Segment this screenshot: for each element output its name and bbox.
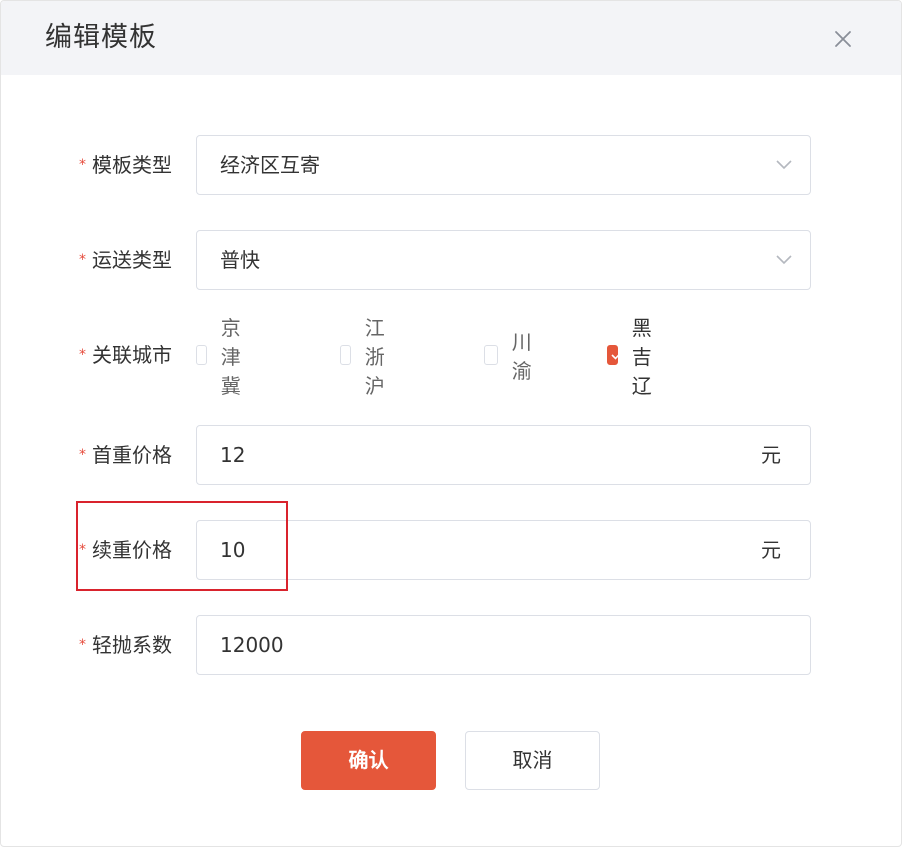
volumetric-factor-label: * 轻抛系数 xyxy=(79,633,172,657)
check-icon xyxy=(611,350,623,360)
currency-suffix: 元 xyxy=(761,443,781,467)
cities-label: * 关联城市 xyxy=(79,343,172,367)
dialog-header: 编辑模板 xyxy=(1,1,901,75)
volumetric-factor-row: * 轻抛系数 12000 xyxy=(1,615,901,675)
checkbox-label: 黑吉辽 xyxy=(631,315,652,398)
shipping-type-select[interactable]: 普快 xyxy=(196,230,811,290)
required-mark: * xyxy=(79,541,86,558)
first-weight-price-row: * 首重价格 12 元 xyxy=(1,425,901,485)
template-type-row: * 模板类型 经济区互寄 xyxy=(1,135,901,195)
required-mark: * xyxy=(79,636,86,653)
checkbox-jingjinji[interactable]: 京津冀 xyxy=(196,316,250,398)
cities-row: * 关联城市 京津冀 江浙沪 川渝 黑吉辽 xyxy=(1,316,901,398)
cancel-button[interactable]: 取消 xyxy=(465,731,600,790)
required-mark: * xyxy=(79,156,86,173)
checkbox-label: 川渝 xyxy=(511,330,532,383)
checkbox-chuanyu[interactable]: 川渝 xyxy=(484,330,538,383)
shipping-type-row: * 运送类型 普快 xyxy=(1,230,901,290)
confirm-button[interactable]: 确认 xyxy=(301,731,436,790)
additional-weight-price-input[interactable]: 10 元 xyxy=(196,520,811,580)
template-type-select[interactable]: 经济区互寄 xyxy=(196,135,811,195)
checkbox-heijiliao[interactable]: 黑吉辽 xyxy=(607,316,661,398)
chevron-down-icon xyxy=(776,255,792,265)
additional-weight-price-label: * 续重价格 xyxy=(79,538,172,562)
currency-suffix: 元 xyxy=(761,538,781,562)
checkbox-label: 江浙沪 xyxy=(364,315,385,398)
required-mark: * xyxy=(79,251,86,268)
close-icon[interactable] xyxy=(831,27,855,51)
volumetric-factor-input[interactable]: 12000 xyxy=(196,615,811,675)
checkbox-box-checked[interactable] xyxy=(607,345,623,365)
edit-template-dialog: 编辑模板 * 模板类型 经济区互寄 * 运送类型 普快 * 关联城市 京津冀 江… xyxy=(0,0,902,847)
checkbox-label: 京津冀 xyxy=(220,315,241,398)
additional-weight-price-row: * 续重价格 10 元 xyxy=(1,520,901,580)
required-mark: * xyxy=(79,446,86,463)
checkbox-jiangzhehu[interactable]: 江浙沪 xyxy=(340,316,394,398)
checkbox-box[interactable] xyxy=(340,345,351,365)
first-weight-price-value: 12 xyxy=(220,443,246,467)
shipping-type-value: 普快 xyxy=(220,248,260,272)
first-weight-price-input[interactable]: 12 元 xyxy=(196,425,811,485)
checkbox-box[interactable] xyxy=(196,345,207,365)
shipping-type-label: * 运送类型 xyxy=(79,248,172,272)
template-type-label: * 模板类型 xyxy=(79,153,172,177)
additional-weight-price-value: 10 xyxy=(220,538,246,562)
template-type-value: 经济区互寄 xyxy=(220,153,320,177)
checkbox-box[interactable] xyxy=(484,345,498,365)
required-mark: * xyxy=(79,346,86,363)
volumetric-factor-value: 12000 xyxy=(220,633,284,657)
chevron-down-icon xyxy=(776,160,792,170)
dialog-title: 编辑模板 xyxy=(45,22,157,53)
first-weight-price-label: * 首重价格 xyxy=(79,443,172,467)
